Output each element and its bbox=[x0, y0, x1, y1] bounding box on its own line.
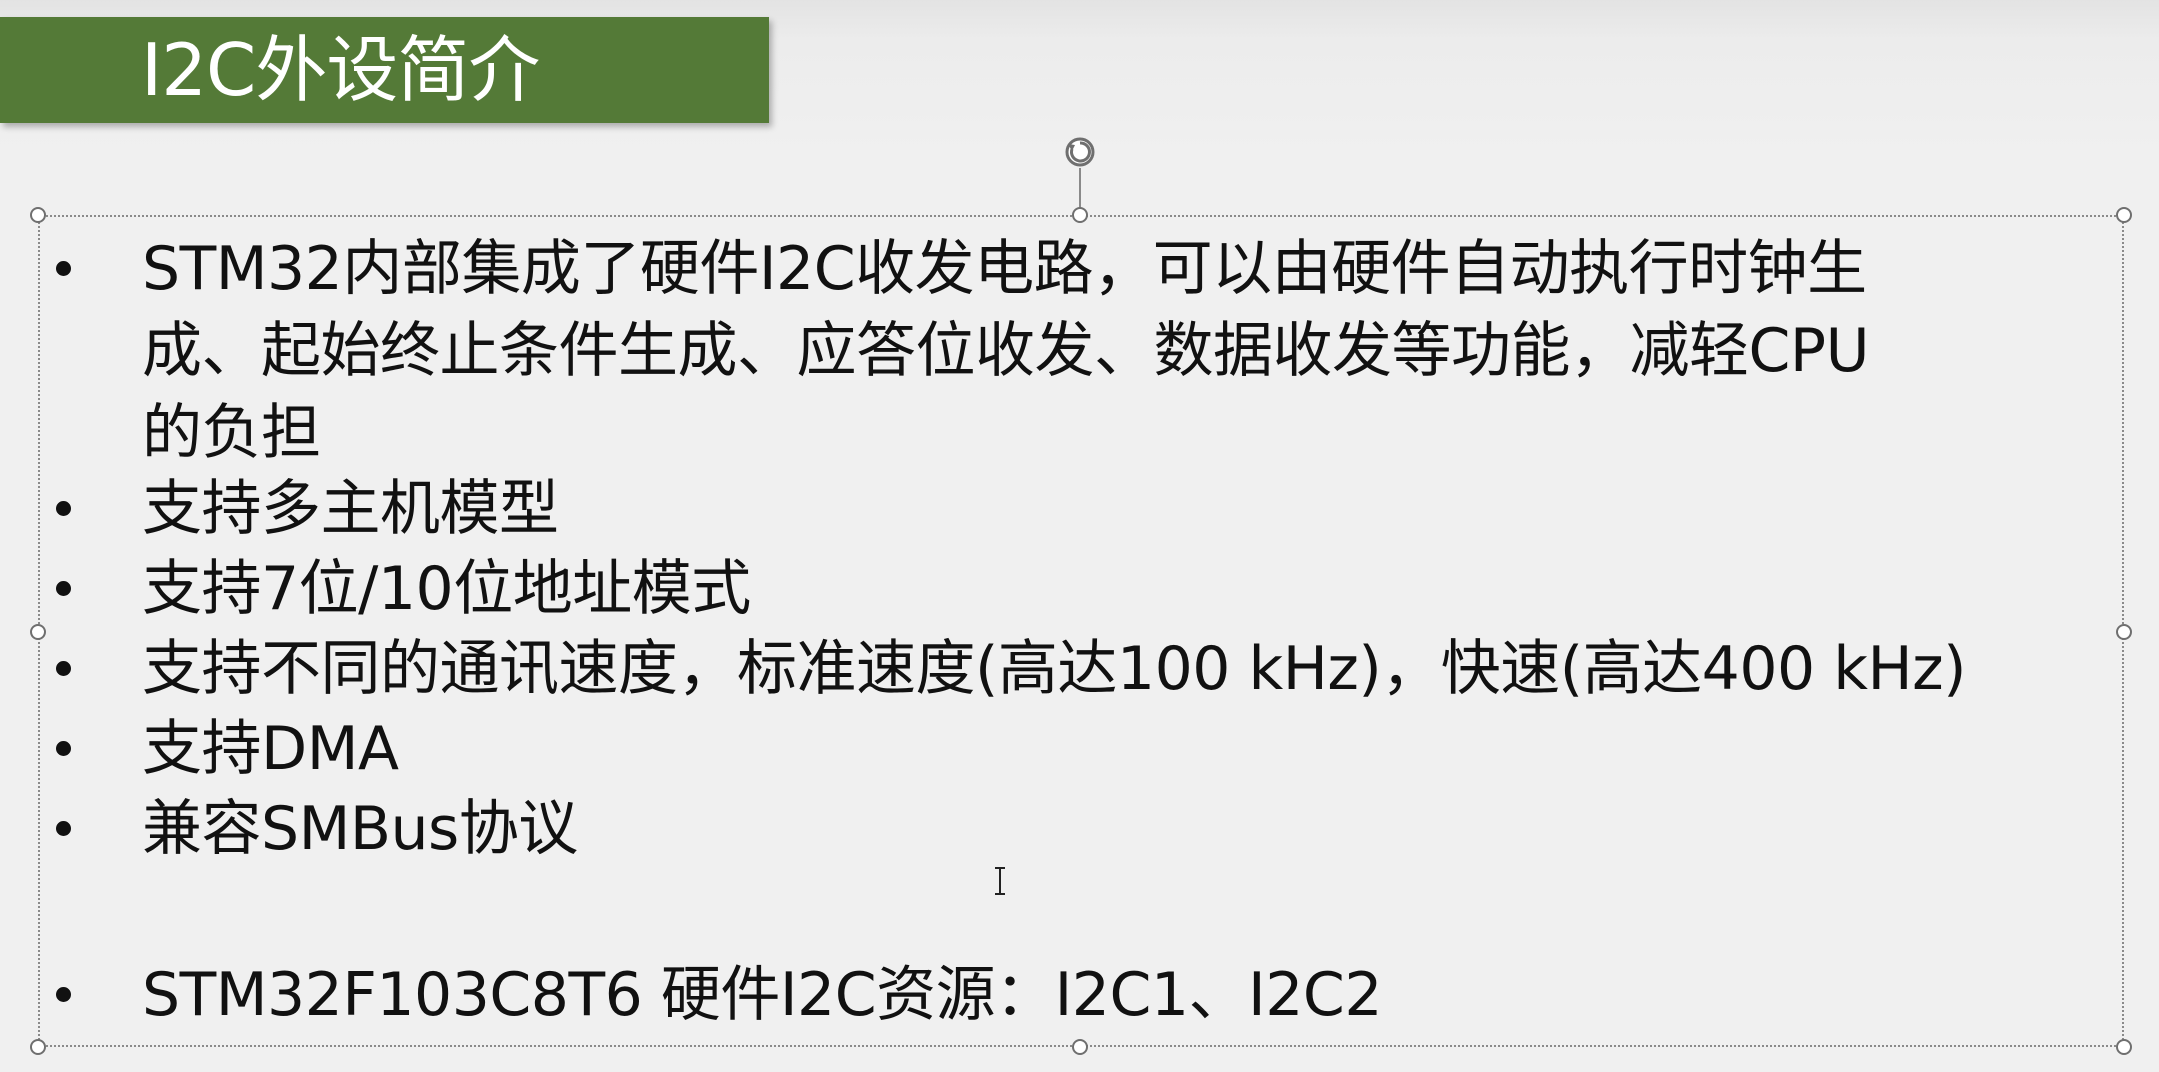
bullet-marker bbox=[56, 821, 71, 836]
bullet-marker bbox=[56, 261, 71, 276]
bullet-text[interactable]: 支持DMA bbox=[142, 708, 399, 790]
bullet-marker bbox=[56, 501, 71, 516]
bullet-line: 的负担 bbox=[142, 398, 321, 468]
bullet-text[interactable]: 支持多主机模型 bbox=[142, 468, 559, 550]
bullet-text[interactable]: 支持7位/10位地址模式 bbox=[142, 548, 751, 630]
bullet-text[interactable]: STM32内部集成了硬件I2C收发电路，可以由硬件自动执行时钟生 成、起始终止条… bbox=[142, 228, 1870, 474]
bullet-line: 成、起始终止条件生成、应答位收发、数据收发等功能，减轻CPU bbox=[142, 316, 1870, 386]
bullet-text[interactable]: 兼容SMBus协议 bbox=[142, 788, 578, 870]
bullet-line: STM32内部集成了硬件I2C收发电路，可以由硬件自动执行时钟生 bbox=[142, 234, 1867, 304]
bullet-marker bbox=[56, 741, 71, 756]
bullet-list: STM32内部集成了硬件I2C收发电路，可以由硬件自动执行时钟生 成、起始终止条… bbox=[0, 0, 2159, 1072]
bullet-marker bbox=[56, 581, 71, 596]
bullet-marker bbox=[56, 987, 71, 1002]
bullet-marker bbox=[56, 661, 71, 676]
bullet-text[interactable]: 支持不同的通讯速度，标准速度(高达100 kHz)，快速(高达400 kHz) bbox=[142, 628, 1967, 710]
bullet-text[interactable]: STM32F103C8T6 硬件I2C资源：I2C1、I2C2 bbox=[142, 954, 1383, 1036]
text-cursor-icon bbox=[990, 866, 1010, 896]
